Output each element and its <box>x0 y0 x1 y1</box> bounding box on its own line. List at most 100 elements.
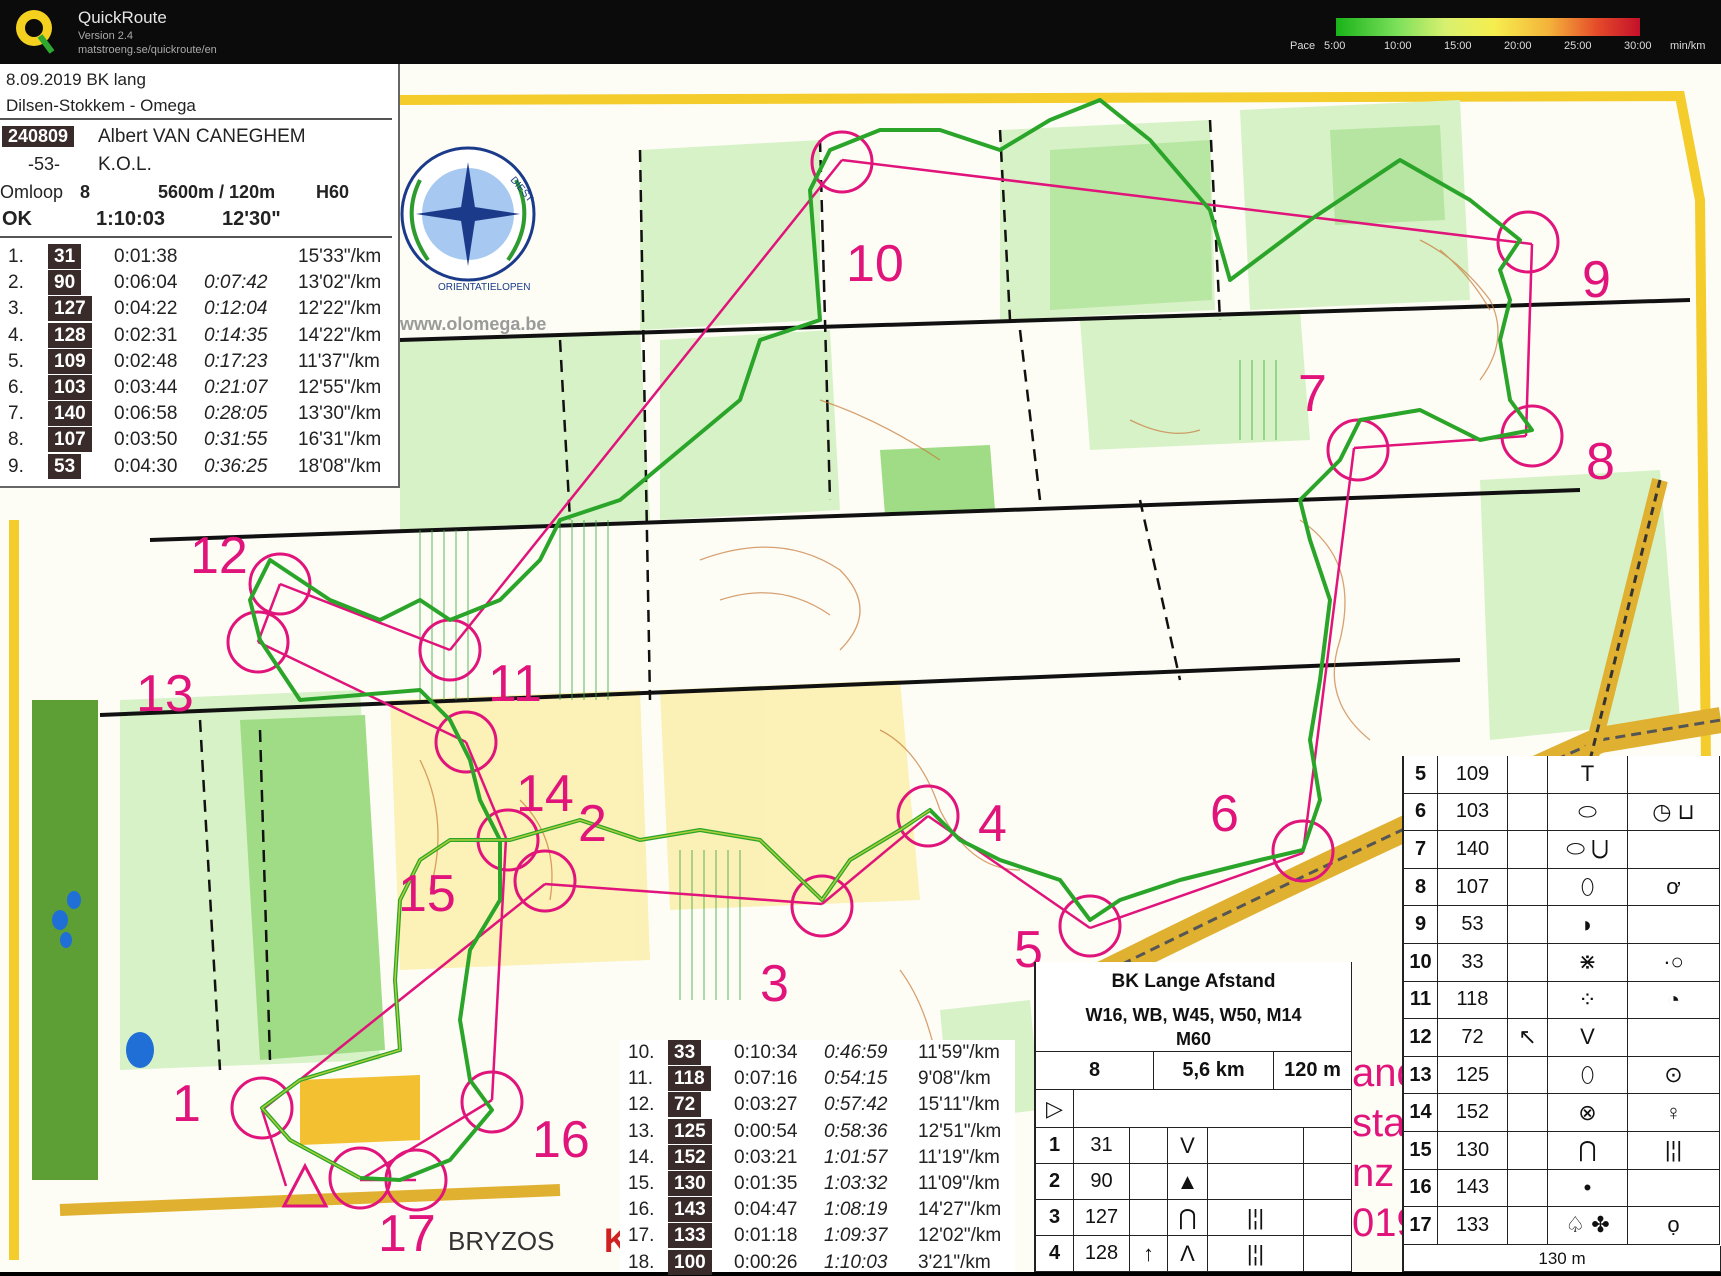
total-time: 1:10:03 <box>96 208 165 230</box>
description-symbol <box>1130 1164 1168 1200</box>
description-symbol: ·○ <box>1628 944 1720 982</box>
split-leg-number: 1. <box>8 246 24 267</box>
description-symbol <box>1508 793 1548 832</box>
description-symbol: |¦| <box>1208 1200 1304 1236</box>
description-symbol: ◷ ⊔ <box>1628 793 1720 832</box>
split-cumulative-time: 0:14:35 <box>204 324 268 346</box>
split-leg-number: 15. <box>628 1173 655 1194</box>
split-cumulative-time: 0:31:55 <box>204 429 268 451</box>
split-time: 0:04:47 <box>734 1199 798 1221</box>
split-row: 8. 107 0:03:50 0:31:55 16'31"/km <box>0 427 400 453</box>
split-control-code: 72 <box>668 1092 702 1118</box>
split-pace: 12'02"/km <box>918 1225 1002 1247</box>
split-control-code: 109 <box>48 348 92 374</box>
average-pace: 12'30" <box>222 208 281 230</box>
split-pace: 11'59"/km <box>918 1042 1000 1063</box>
split-pace: 11'19"/km <box>918 1146 1000 1168</box>
description-symbol <box>1508 1132 1548 1170</box>
description-symbol: ⬭ <box>1548 793 1628 832</box>
split-leg-number: 9. <box>8 455 24 477</box>
split-leg-number: 3. <box>8 298 24 320</box>
split-pace: 15'33"/km <box>298 246 382 267</box>
description-symbol <box>1628 906 1720 944</box>
split-pace: 12'22"/km <box>298 298 382 320</box>
pace-tick: 25:00 <box>1564 40 1592 52</box>
description-control-number: 7 <box>1404 831 1438 869</box>
description-symbol <box>1208 1164 1304 1200</box>
split-row: 4. 128 0:02:31 0:14:35 14'22"/km <box>0 322 400 349</box>
split-time: 0:03:21 <box>734 1146 798 1168</box>
split-pace: 11'09"/km <box>918 1173 1000 1194</box>
split-control-code: 100 <box>668 1249 712 1275</box>
split-time: 0:03:44 <box>114 377 178 398</box>
split-control-code: 130 <box>668 1171 712 1196</box>
app-header: QuickRoute Version 2.4 matstroeng.se/qui… <box>0 0 1721 64</box>
split-time: 0:01:38 <box>114 246 178 267</box>
club-website: www.olomega.be <box>399 314 546 334</box>
control-number-1: 1 <box>172 1075 201 1133</box>
description-symbol: Λ <box>1168 1236 1208 1272</box>
control-number-2: 2 <box>578 795 607 853</box>
split-cumulative-time: 0:07:42 <box>204 272 268 294</box>
description-control-code: 140 <box>1438 831 1508 869</box>
control-number-15: 15 <box>398 865 456 923</box>
description-symbol <box>1508 868 1548 907</box>
split-control-code: 53 <box>48 453 82 479</box>
split-time: 0:03:50 <box>114 429 178 451</box>
split-row: 6. 103 0:03:44 0:21:07 12'55"/km <box>0 375 400 401</box>
pace-tick: 15:00 <box>1444 40 1472 52</box>
split-pace: 15'11"/km <box>918 1094 1000 1116</box>
description-symbol: V <box>1548 1019 1628 1057</box>
split-leg-number: 16. <box>628 1199 655 1221</box>
description-control-code: 109 <box>1438 756 1508 794</box>
description-control-number: 10 <box>1404 944 1438 982</box>
control-description-sheet-continued: 5 109 T 6 103 ⬭ ◷ ⊔ 7 140 ⬭ ⋃ 8 107 ⬯ ơ 9 53 ◗ 10 33 ⋇ ·○ 11 1… <box>1402 756 1721 1272</box>
description-symbol <box>1508 831 1548 869</box>
split-control-code: 143 <box>668 1197 712 1223</box>
description-symbol: ⋇ <box>1548 944 1628 982</box>
description-symbol: ♤ ✤ <box>1548 1207 1628 1245</box>
course-label: Omloop <box>0 182 64 202</box>
split-cumulative-time: 0:21:07 <box>204 377 268 398</box>
description-symbol <box>1130 1200 1168 1236</box>
description-symbol: ⬯ <box>1548 868 1628 907</box>
split-row: 12. 72 0:03:27 0:57:42 15'11"/km <box>620 1092 1020 1118</box>
description-symbol: ⬯ <box>1548 1056 1628 1095</box>
control-number-17: 17 <box>378 1205 436 1263</box>
description-symbol: ⬭ ⋃ <box>1548 831 1628 869</box>
runner-name: Albert VAN CANEGHEM <box>98 126 306 147</box>
description-control-code: 53 <box>1438 906 1508 944</box>
split-row: 3. 127 0:04:22 0:12:04 12'22"/km <box>0 296 400 322</box>
split-row: 13. 125 0:00:54 0:58:36 12'51"/km <box>620 1118 1020 1145</box>
description-control-code: 33 <box>1438 944 1508 982</box>
split-time: 0:10:34 <box>734 1042 798 1063</box>
split-row: 14. 152 0:03:21 1:01:57 11'19"/km <box>620 1144 1020 1171</box>
split-control-code: 140 <box>48 401 92 427</box>
description-classes: W16, WB, W45, W50, M14 <box>1036 1002 1352 1028</box>
split-time: 0:03:27 <box>734 1094 798 1116</box>
description-symbol: T <box>1548 756 1628 794</box>
split-leg-number: 14. <box>628 1146 655 1168</box>
description-symbol <box>1508 756 1548 794</box>
description-control-number: 3 <box>1036 1200 1074 1236</box>
description-symbol <box>1208 1128 1304 1164</box>
split-row: 1. 31 0:01:38 15'33"/km <box>0 244 400 270</box>
description-course: 8 <box>1036 1052 1154 1090</box>
description-symbol <box>1508 1169 1548 1208</box>
split-time: 0:01:35 <box>734 1173 798 1194</box>
split-leg-number: 5. <box>8 350 24 372</box>
split-pace: 13'30"/km <box>298 403 382 425</box>
description-control-code: 130 <box>1438 1132 1508 1170</box>
description-climb: 120 m <box>1274 1052 1352 1090</box>
split-row: 10. 33 0:10:34 0:46:59 11'59"/km <box>620 1040 1020 1066</box>
control-number-3: 3 <box>760 955 789 1013</box>
split-pace: 12'55"/km <box>298 377 382 398</box>
control-number-16: 16 <box>532 1111 590 1169</box>
description-symbol <box>1508 906 1548 944</box>
control-number-12: 12 <box>190 527 248 585</box>
split-pace: 11'37"/km <box>298 350 380 372</box>
split-leg-number: 4. <box>8 324 24 346</box>
split-leg-number: 18. <box>628 1251 655 1273</box>
description-distance: 5,6 km <box>1154 1052 1274 1090</box>
split-cumulative-time: 1:10:03 <box>824 1251 888 1273</box>
